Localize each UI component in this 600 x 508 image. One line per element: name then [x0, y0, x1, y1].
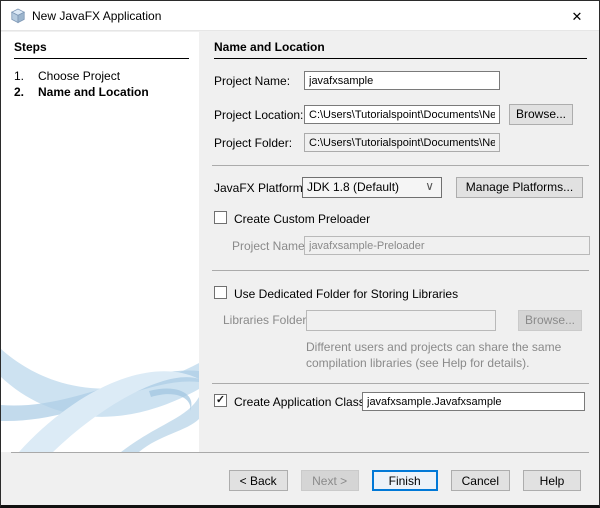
libraries-folder-label: Libraries Folder:	[223, 313, 310, 327]
step-number: 2.	[14, 85, 25, 99]
preloader-project-name-label: Project Name:	[232, 239, 309, 253]
name-and-location-panel: Name and Location Project Name: Project …	[199, 32, 599, 452]
form-heading: Name and Location	[214, 40, 325, 54]
next-button: Next >	[300, 470, 359, 491]
step-label: Name and Location	[38, 85, 149, 99]
separator	[212, 270, 589, 271]
step-name-and-location: 2. Name and Location	[14, 85, 194, 99]
button-bar: < Back Next > Finish Cancel Help	[1, 453, 599, 505]
project-name-label: Project Name:	[214, 74, 291, 88]
new-project-cube-icon	[10, 8, 26, 24]
back-button[interactable]: < Back	[228, 470, 288, 491]
preloader-project-name-field	[304, 236, 590, 255]
close-icon[interactable]: ✕	[567, 7, 587, 27]
chevron-down-icon: ∨	[425, 179, 434, 193]
window-title: New JavaFX Application	[32, 9, 162, 23]
project-location-input[interactable]	[304, 105, 500, 124]
titlebar: New JavaFX Application ✕	[1, 1, 599, 31]
application-class-input[interactable]	[362, 392, 585, 411]
cancel-button[interactable]: Cancel	[450, 470, 510, 491]
javafx-platform-dropdown[interactable]: JDK 1.8 (Default) ∨	[302, 177, 442, 198]
separator	[212, 165, 589, 166]
libraries-hint-line1: Different users and projects can share t…	[306, 340, 562, 354]
check-icon: ✓	[215, 394, 226, 406]
decorative-swoosh-graphic	[1, 349, 199, 452]
use-dedicated-folder-checkbox[interactable]	[214, 286, 227, 299]
steps-panel: Steps 1. Choose Project 2. Name and Locati…	[1, 32, 199, 452]
project-location-label: Project Location:	[214, 108, 304, 122]
finish-button[interactable]: Finish	[371, 470, 438, 491]
project-name-input[interactable]	[304, 71, 500, 90]
step-choose-project: 1. Choose Project	[14, 69, 194, 83]
use-dedicated-folder-label[interactable]: Use Dedicated Folder for Storing Librari…	[234, 287, 458, 301]
help-button[interactable]: Help	[523, 470, 581, 491]
browse-libraries-button: Browse...	[518, 310, 582, 331]
step-label: Choose Project	[38, 69, 121, 83]
manage-platforms-button[interactable]: Manage Platforms...	[456, 177, 583, 198]
libraries-folder-field	[306, 310, 496, 331]
steps-heading: Steps	[14, 40, 47, 54]
create-application-class-label[interactable]: Create Application Class	[234, 395, 365, 409]
javafx-platform-label: JavaFX Platform:	[214, 181, 307, 195]
form-heading-underline	[214, 58, 587, 59]
project-folder-label: Project Folder:	[214, 136, 293, 150]
create-application-class-checkbox[interactable]: ✓	[214, 394, 227, 407]
create-custom-preloader-label[interactable]: Create Custom Preloader	[234, 212, 370, 226]
browse-location-button[interactable]: Browse...	[509, 104, 573, 125]
new-javafx-application-dialog: New JavaFX Application ✕ Steps 1. Choose …	[0, 0, 600, 508]
separator	[212, 383, 589, 384]
javafx-platform-value: JDK 1.8 (Default)	[307, 180, 400, 194]
steps-underline	[14, 58, 189, 59]
step-number: 1.	[14, 69, 25, 83]
project-folder-field	[304, 133, 500, 152]
create-custom-preloader-checkbox[interactable]	[214, 211, 227, 224]
libraries-hint-line2: compilation libraries (see Help for deta…	[306, 356, 530, 370]
